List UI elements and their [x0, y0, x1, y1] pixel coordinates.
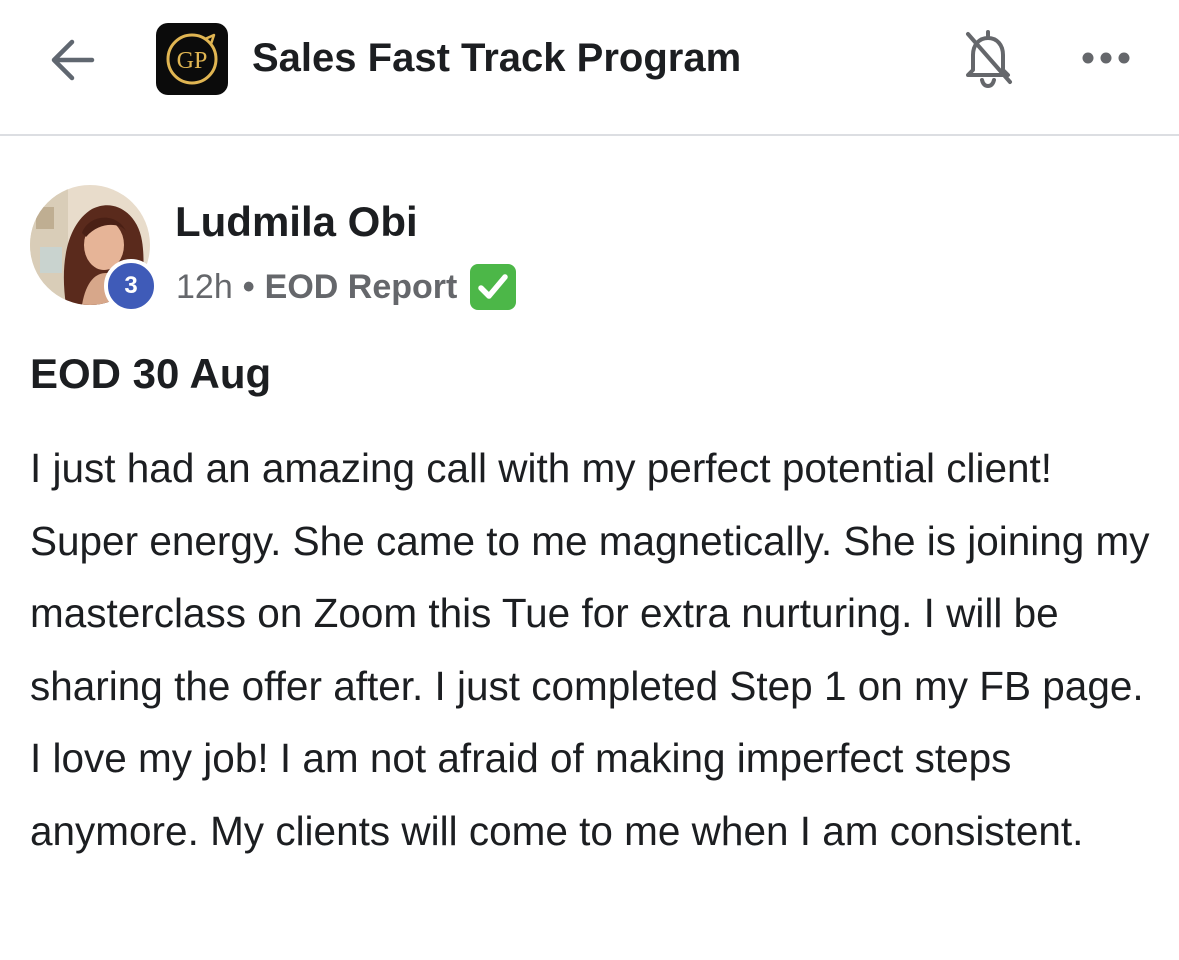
svg-text:GP: GP [177, 48, 208, 74]
gp-logo-icon: GP [166, 33, 218, 85]
meta-separator: • [242, 267, 255, 306]
post-body: I just had an amazing call with my perfe… [30, 445, 1150, 854]
arrow-left-icon [51, 39, 95, 81]
post-meta: 12h • EOD Report [176, 264, 517, 310]
level-badge: 3 [104, 259, 158, 313]
more-horizontal-icon [1082, 52, 1130, 64]
author-avatar-container: 3 [30, 185, 158, 313]
group-logo[interactable]: GP [156, 23, 228, 95]
post-timestamp: 12h [176, 267, 233, 306]
back-button[interactable] [44, 30, 104, 90]
more-options-button[interactable] [1076, 36, 1136, 80]
notifications-button[interactable] [960, 26, 1016, 90]
top-app-bar: GP Sales Fast Track Program [0, 0, 1179, 136]
author-name[interactable]: Ludmila Obi [175, 197, 418, 247]
post-title: EOD 30 Aug [30, 350, 272, 397]
check-mark-button-icon [469, 263, 517, 311]
post-category[interactable]: EOD Report [265, 268, 458, 307]
bell-off-icon [966, 30, 1012, 89]
group-title[interactable]: Sales Fast Track Program [252, 34, 741, 82]
